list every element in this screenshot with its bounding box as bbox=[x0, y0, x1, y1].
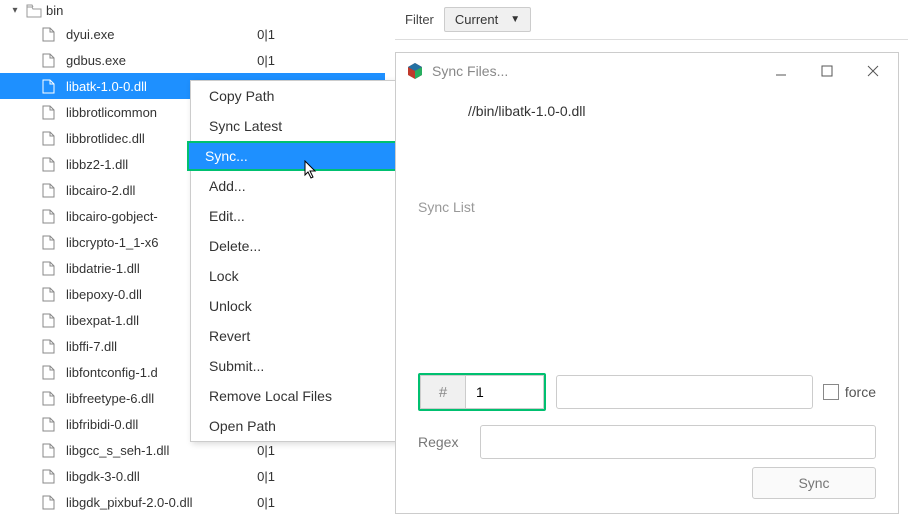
file-status: 0|1 bbox=[257, 469, 385, 484]
force-checkbox[interactable] bbox=[823, 384, 839, 400]
file-icon bbox=[42, 26, 58, 42]
file-status: 0|1 bbox=[257, 53, 385, 68]
file-icon bbox=[42, 416, 58, 432]
file-row[interactable]: libgdk-3-0.dll 0|1 bbox=[0, 463, 385, 489]
sync-button[interactable]: Sync bbox=[752, 467, 876, 499]
sequence-input[interactable] bbox=[466, 375, 544, 409]
file-name: libepoxy-0.dll bbox=[66, 287, 142, 302]
sync-path: //bin/libatk-1.0-0.dll bbox=[468, 103, 586, 119]
minimize-button[interactable] bbox=[758, 56, 804, 86]
expand-icon[interactable]: ▾ bbox=[8, 5, 22, 16]
file-icon bbox=[42, 52, 58, 68]
folder-row[interactable]: ▾ bin bbox=[0, 0, 385, 21]
file-row[interactable]: dyui.exe 0|1 bbox=[0, 21, 385, 47]
context-menu: Copy PathSync LatestSync...Add...Edit...… bbox=[190, 80, 402, 442]
file-name: libfribidi-0.dll bbox=[66, 417, 138, 432]
file-row[interactable]: gdbus.exe 0|1 bbox=[0, 47, 385, 73]
menu-item[interactable]: Submit... bbox=[191, 351, 401, 381]
filter-label: Filter bbox=[405, 12, 434, 27]
file-name: libdatrie-1.dll bbox=[66, 261, 140, 276]
file-name: libffi-7.dll bbox=[66, 339, 117, 354]
titlebar: Sync Files... bbox=[396, 53, 898, 89]
menu-item[interactable]: Lock bbox=[191, 261, 401, 291]
menu-item[interactable]: Sync... bbox=[187, 141, 405, 171]
app-icon bbox=[406, 62, 424, 80]
file-name: libbrotlicommon bbox=[66, 105, 157, 120]
folder-name: bin bbox=[46, 3, 63, 18]
file-name: libcairo-gobject- bbox=[66, 209, 158, 224]
file-icon bbox=[42, 468, 58, 484]
filter-bar: Filter Current ▼ bbox=[395, 0, 908, 40]
file-name: libcairo-2.dll bbox=[66, 183, 135, 198]
menu-item[interactable]: Delete... bbox=[191, 231, 401, 261]
file-icon bbox=[42, 494, 58, 510]
sync-dialog: Sync Files... //bin/libatk-1.0-0.dll Syn… bbox=[395, 52, 899, 514]
force-checkbox-wrap[interactable]: force bbox=[823, 384, 876, 400]
filter-value: Current bbox=[455, 12, 498, 27]
close-button[interactable] bbox=[850, 56, 896, 86]
menu-item[interactable]: Unlock bbox=[191, 291, 401, 321]
file-name: libgcc_s_seh-1.dll bbox=[66, 443, 169, 458]
file-icon bbox=[42, 234, 58, 250]
regex-input[interactable] bbox=[480, 425, 876, 459]
menu-item[interactable]: Sync Latest bbox=[191, 111, 401, 141]
menu-item[interactable]: Copy Path bbox=[191, 81, 401, 111]
file-name: libbrotlidec.dll bbox=[66, 131, 145, 146]
file-name: libcrypto-1_1-x6 bbox=[66, 235, 159, 250]
dropdown-icon: ▼ bbox=[510, 14, 520, 25]
file-icon bbox=[42, 260, 58, 276]
file-icon bbox=[42, 338, 58, 354]
file-icon bbox=[42, 312, 58, 328]
file-icon bbox=[42, 78, 58, 94]
regex-label: Regex bbox=[418, 434, 470, 450]
file-status: 0|1 bbox=[257, 443, 385, 458]
file-icon bbox=[42, 390, 58, 406]
file-row[interactable]: libgdk_pixbuf-2.0-0.dll 0|1 bbox=[0, 489, 385, 515]
file-name: libgdk_pixbuf-2.0-0.dll bbox=[66, 495, 192, 510]
hash-button[interactable]: # bbox=[420, 375, 466, 409]
dialog-title: Sync Files... bbox=[432, 63, 758, 79]
force-label: force bbox=[845, 384, 876, 400]
folder-icon bbox=[26, 4, 42, 18]
file-name: libfontconfig-1.d bbox=[66, 365, 158, 380]
file-name: libgdk-3-0.dll bbox=[66, 469, 140, 484]
maximize-button[interactable] bbox=[804, 56, 850, 86]
menu-item[interactable]: Open Path bbox=[191, 411, 401, 441]
menu-item[interactable]: Add... bbox=[191, 171, 401, 201]
file-icon bbox=[42, 182, 58, 198]
file-icon bbox=[42, 364, 58, 380]
file-name: dyui.exe bbox=[66, 27, 114, 42]
menu-item[interactable]: Remove Local Files bbox=[191, 381, 401, 411]
file-icon bbox=[42, 208, 58, 224]
filter-select[interactable]: Current ▼ bbox=[444, 7, 531, 32]
file-name: libexpat-1.dll bbox=[66, 313, 139, 328]
file-icon bbox=[42, 156, 58, 172]
file-icon bbox=[42, 130, 58, 146]
file-status: 0|1 bbox=[257, 27, 385, 42]
sequence-combo: # bbox=[418, 373, 546, 411]
file-name: gdbus.exe bbox=[66, 53, 126, 68]
file-name: libfreetype-6.dll bbox=[66, 391, 154, 406]
file-name: libatk-1.0-0.dll bbox=[66, 79, 147, 94]
menu-item[interactable]: Edit... bbox=[191, 201, 401, 231]
text-input[interactable] bbox=[556, 375, 813, 409]
file-icon bbox=[42, 286, 58, 302]
menu-item[interactable]: Revert bbox=[191, 321, 401, 351]
sync-list-label: Sync List bbox=[418, 199, 488, 215]
dialog-body: //bin/libatk-1.0-0.dll Sync List bbox=[396, 89, 898, 225]
file-icon bbox=[42, 442, 58, 458]
file-status: 0|1 bbox=[257, 495, 385, 510]
file-name: libbz2-1.dll bbox=[66, 157, 128, 172]
file-icon bbox=[42, 104, 58, 120]
